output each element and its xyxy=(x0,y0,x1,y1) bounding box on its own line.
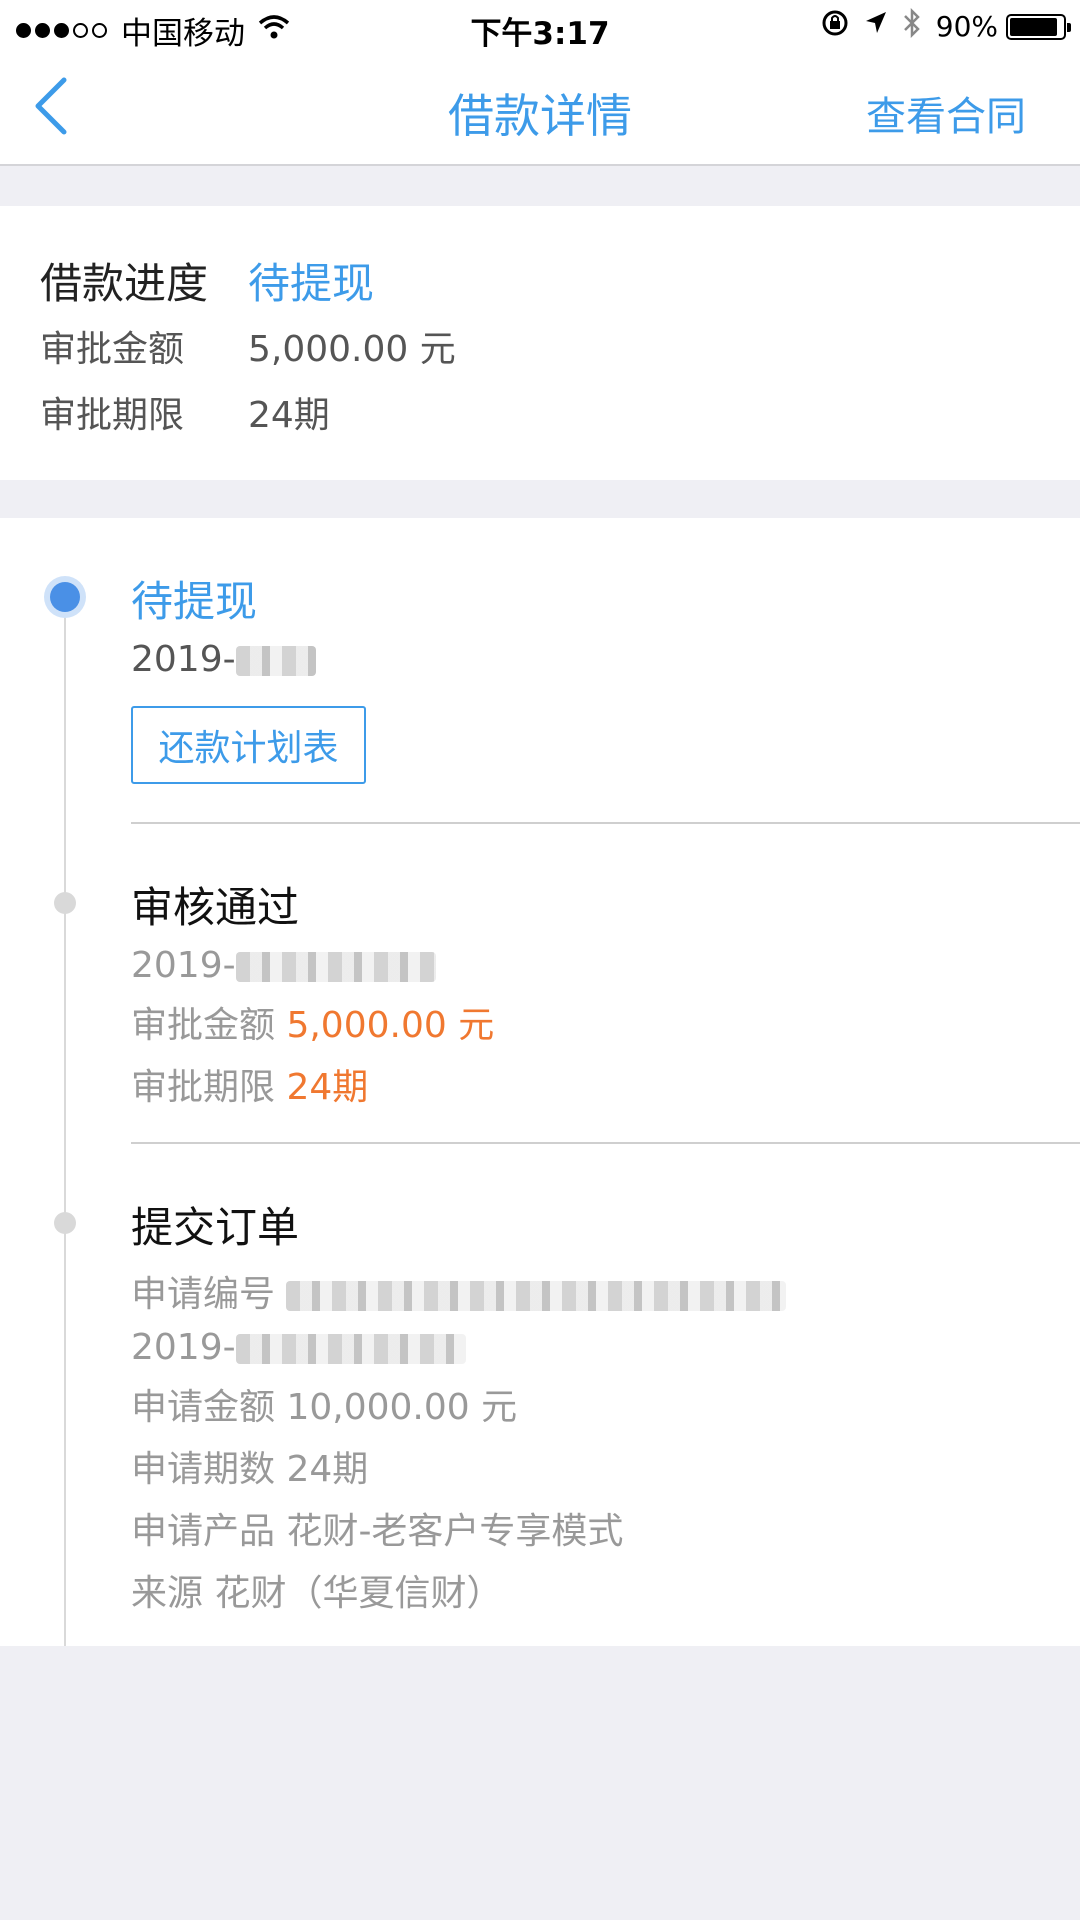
step-source: 来源 花财（华夏信财） xyxy=(131,1573,503,1614)
redacted-date xyxy=(235,646,316,676)
step-title: 提交订单 xyxy=(131,1203,300,1252)
view-contract-button[interactable]: 查看合同 xyxy=(866,84,1026,142)
step-approved-term: 审批期限 24期 xyxy=(131,1067,369,1108)
progress-label: 借款进度 xyxy=(40,259,209,308)
step-title: 审核通过 xyxy=(131,883,300,932)
approved-term-label: 审批期限 xyxy=(40,395,185,436)
repayment-schedule-button[interactable]: 还款计划表 xyxy=(131,706,366,784)
status-bar: 中国移动 下午3:17 90% xyxy=(0,0,1080,54)
progress-value: 待提现 xyxy=(248,259,375,308)
timeline-dot xyxy=(54,1212,76,1234)
timeline-step-approved: 审核通过 2019- 审批金额 5,000.00 元 审批期限 24期 xyxy=(131,874,1080,1110)
approved-amount-value: 5,000.00 元 xyxy=(248,329,456,370)
rotation-lock-icon xyxy=(820,8,850,45)
battery-percent: 90% xyxy=(935,10,998,43)
location-arrow-icon xyxy=(864,10,888,43)
step-application-amount: 申请金额 10,000.00 元 xyxy=(131,1387,518,1428)
approved-amount-label: 审批金额 xyxy=(40,329,185,370)
step-application-term: 申请期数 24期 xyxy=(131,1449,369,1490)
timeline-dot xyxy=(54,892,76,914)
timeline-divider xyxy=(131,822,1080,824)
approved-term-value: 24期 xyxy=(248,395,330,436)
step-title: 待提现 xyxy=(131,577,258,626)
nav-bar: 借款详情 查看合同 xyxy=(0,54,1080,166)
progress-row: 借款进度 待提现 xyxy=(40,250,374,311)
timeline-line xyxy=(64,598,66,1646)
step-date: 2019- xyxy=(131,1327,1080,1368)
timeline-step-pending-withdrawal: 待提现 2019- 还款计划表 xyxy=(131,568,1080,784)
battery-icon xyxy=(1006,13,1071,40)
redacted-date xyxy=(235,1334,466,1364)
step-date: 2019- xyxy=(131,639,1080,680)
loan-summary-card: 借款进度 待提现 审批金额 5,000.00 元 审批期限 24期 xyxy=(0,206,1080,480)
redacted-application-number xyxy=(286,1281,787,1311)
step-approved-amount: 审批金额 5,000.00 元 xyxy=(131,1005,495,1046)
timeline-divider xyxy=(131,1142,1080,1144)
bluetooth-icon xyxy=(902,7,922,45)
approved-amount-row: 审批金额 5,000.00 元 xyxy=(40,320,456,372)
redacted-date xyxy=(235,952,436,982)
timeline-dot-active xyxy=(44,576,86,618)
step-date: 2019- xyxy=(131,945,1080,986)
status-right: 90% xyxy=(806,7,1071,45)
step-application-number: 申请编号 xyxy=(131,1265,1080,1317)
approved-term-row: 审批期限 24期 xyxy=(40,386,330,438)
timeline-step-order-submitted: 提交订单 申请编号 2019- 申请金额 10,000.00 元 申请期数 24… xyxy=(131,1194,1080,1616)
step-application-product: 申请产品 花财-老客户专享模式 xyxy=(131,1511,624,1552)
loan-timeline: 待提现 2019- 还款计划表 审核通过 2019- 审批金额 5,000.00… xyxy=(0,518,1080,1646)
